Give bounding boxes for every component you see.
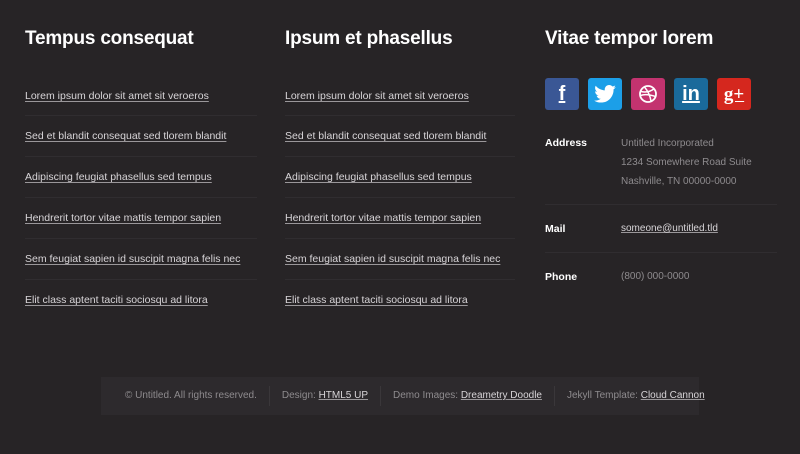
google-plus-icon[interactable]: g+ <box>717 78 751 110</box>
phone-label: Phone <box>545 270 578 283</box>
list-item: Sem feugiat sapien id suscipit magna fel… <box>285 238 515 279</box>
footer-link[interactable]: Elit class aptent taciti sociosqu ad lit… <box>25 294 208 306</box>
column-title: Ipsum et phasellus <box>285 28 453 49</box>
column-title: Tempus consequat <box>25 28 194 49</box>
jekyll-template-credit: Jekyll Template: Cloud Cannon <box>553 386 717 406</box>
list-item: Hendrerit tortor vitae mattis tempor sap… <box>285 197 515 238</box>
list-item: Elit class aptent taciti sociosqu ad lit… <box>285 279 515 320</box>
contact-column: Vitae tempor lorem f in g+ Address Untit… <box>545 26 777 300</box>
link-list: Lorem ipsum dolor sit amet sit veroeros … <box>285 77 515 320</box>
design-credit: Design: HTML5 UP <box>268 386 380 406</box>
facebook-icon[interactable]: f <box>545 78 579 110</box>
footer-link[interactable]: Sed et blandit consequat sed tlorem blan… <box>285 130 486 142</box>
twitter-icon[interactable] <box>588 78 622 110</box>
demo-images-credit: Demo Images: Dreametry Doodle <box>380 386 554 406</box>
address-value: Untitled Incorporated 1234 Somewhere Roa… <box>621 138 752 187</box>
list-item: Lorem ipsum dolor sit amet sit veroeros <box>25 77 257 115</box>
footer-link[interactable]: Hendrerit tortor vitae mattis tempor sap… <box>25 212 221 224</box>
column-title: Vitae tempor lorem <box>545 28 714 49</box>
link-list: Lorem ipsum dolor sit amet sit veroeros … <box>25 77 257 320</box>
list-item: Elit class aptent taciti sociosqu ad lit… <box>25 279 257 320</box>
design-link[interactable]: HTML5 UP <box>319 390 368 401</box>
footer-link[interactable]: Sed et blandit consequat sed tlorem blan… <box>25 130 226 142</box>
demo-images-link[interactable]: Dreametry Doodle <box>461 390 542 401</box>
phone-value: (800) 000-0000 <box>621 271 690 282</box>
footer-link[interactable]: Sem feugiat sapien id suscipit magna fel… <box>25 253 240 265</box>
footer-link[interactable]: Hendrerit tortor vitae mattis tempor sap… <box>285 212 481 224</box>
list-item: Adipiscing feugiat phasellus sed tempus <box>25 156 257 197</box>
list-item: Adipiscing feugiat phasellus sed tempus <box>285 156 515 197</box>
mail-row: Mail someone@untitled.tld <box>545 204 777 252</box>
list-item: Sed et blandit consequat sed tlorem blan… <box>285 115 515 156</box>
social-icons: f in g+ <box>545 78 777 110</box>
contact-info: Address Untitled Incorporated 1234 Somew… <box>545 134 777 300</box>
footer-column-2: Ipsum et phasellus Lorem ipsum dolor sit… <box>285 26 515 320</box>
jekyll-template-link[interactable]: Cloud Cannon <box>641 390 705 401</box>
list-item: Sem feugiat sapien id suscipit magna fel… <box>25 238 257 279</box>
footer-column-1: Tempus consequat Lorem ipsum dolor sit a… <box>25 26 257 320</box>
footer-link[interactable]: Sem feugiat sapien id suscipit magna fel… <box>285 253 500 265</box>
footer-link[interactable]: Adipiscing feugiat phasellus sed tempus <box>285 171 472 183</box>
list-item: Hendrerit tortor vitae mattis tempor sap… <box>25 197 257 238</box>
phone-row: Phone (800) 000-0000 <box>545 252 777 300</box>
address-row: Address Untitled Incorporated 1234 Somew… <box>545 134 777 204</box>
copyright-bar: © Untitled. All rights reserved. Design:… <box>101 377 705 415</box>
copyright-text: © Untitled. All rights reserved. <box>125 390 257 401</box>
dribbble-icon[interactable] <box>631 78 665 110</box>
address-label: Address <box>545 137 588 149</box>
footer-link[interactable]: Elit class aptent taciti sociosqu ad lit… <box>285 294 468 306</box>
mail-label: Mail <box>545 222 566 235</box>
list-item: Lorem ipsum dolor sit amet sit veroeros <box>285 77 515 115</box>
footer-link[interactable]: Adipiscing feugiat phasellus sed tempus <box>25 171 212 183</box>
linkedin-icon[interactable]: in <box>674 78 708 110</box>
mail-link[interactable]: someone@untitled.tld <box>621 223 718 234</box>
list-item: Sed et blandit consequat sed tlorem blan… <box>25 115 257 156</box>
footer-link[interactable]: Lorem ipsum dolor sit amet sit veroeros <box>285 90 469 102</box>
footer-link[interactable]: Lorem ipsum dolor sit amet sit veroeros <box>25 90 209 102</box>
